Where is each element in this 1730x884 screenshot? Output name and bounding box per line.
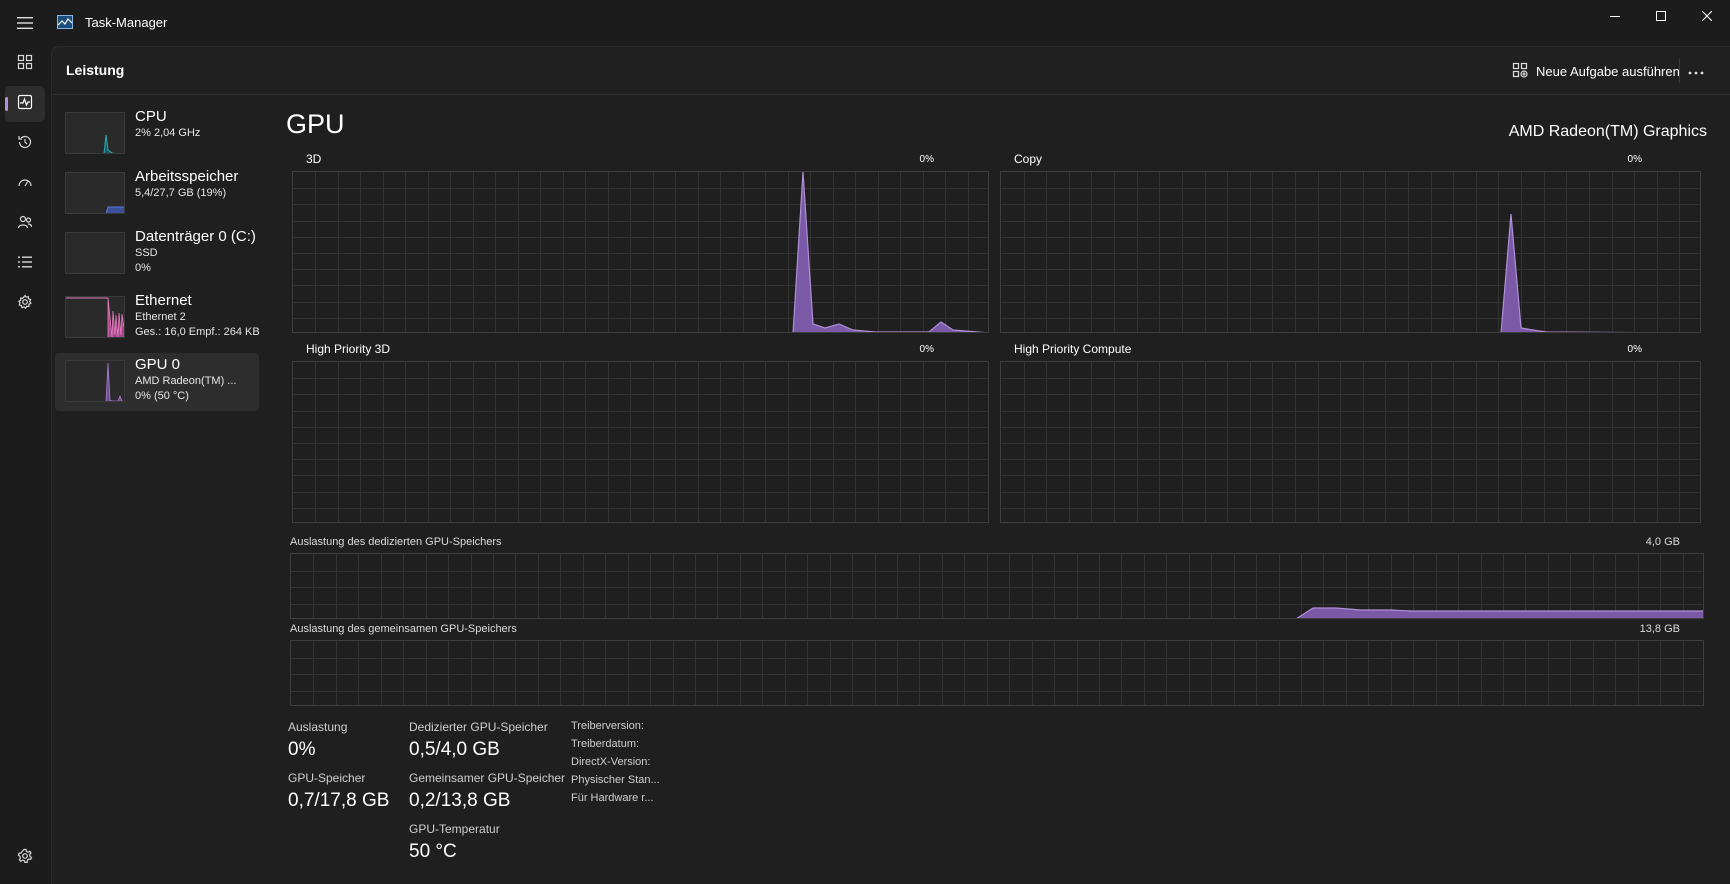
shared-memory-max: 13,8 GB — [1639, 623, 1680, 635]
processes-icon — [17, 54, 33, 75]
utilization-label: Auslastung — [288, 720, 348, 734]
resource-detail: 5,4/27,7 GB (19%) — [135, 187, 227, 199]
shared-memory-graph — [290, 640, 1704, 706]
performance-icon — [17, 94, 33, 115]
app-title: Task-Manager — [85, 15, 168, 30]
engine-hp3d-label: High Priority 3D — [306, 342, 391, 356]
shared-memory-label: Auslastung des gemeinsamen GPU-Speichers — [290, 623, 517, 635]
run-new-task-label: Neue Aufgabe ausführen — [1536, 63, 1680, 79]
dedicated-memory-graph — [290, 553, 1704, 619]
more-dots-icon — [1688, 62, 1704, 80]
shared-memory-stat-value: 0,2/13,8 GB — [409, 790, 511, 811]
engine-copy-label: Copy — [1014, 152, 1043, 166]
dedicated-memory-max: 4,0 GB — [1645, 536, 1680, 548]
gpu-temperature-value: 50 °C — [409, 841, 457, 862]
nav-details-button[interactable] — [5, 246, 45, 282]
resource-name: GPU 0 — [135, 356, 181, 373]
resource-detail: Ethernet 2 — [135, 311, 186, 323]
resource-disk[interactable]: Datenträger 0 (C:) SSD 0% — [55, 225, 259, 283]
close-button[interactable] — [1684, 0, 1730, 32]
driver-version-label: Treiberversion: — [571, 720, 644, 732]
resource-cpu[interactable]: CPU 2% 2,04 GHz — [55, 105, 259, 163]
nav-settings-button[interactable] — [5, 840, 45, 876]
engine-3d-graph — [292, 171, 989, 333]
driver-date-label: Treiberdatum: — [571, 738, 640, 750]
nav-processes-button[interactable] — [5, 46, 45, 82]
nav-app-history-button[interactable] — [5, 126, 45, 162]
new-task-icon — [1512, 62, 1528, 81]
resource-name: Ethernet — [135, 292, 192, 309]
dedicated-memory-chart — [291, 554, 1703, 618]
resource-memory[interactable]: Arbeitsspeicher 5,4/27,7 GB (19%) — [55, 165, 259, 223]
engine-copy-percent: 0% — [1627, 154, 1642, 165]
utilization-value: 0% — [288, 739, 316, 760]
engine-3d-percent: 0% — [919, 154, 934, 165]
nav-startup-button[interactable] — [5, 166, 45, 202]
more-options-button[interactable] — [1678, 56, 1714, 86]
users-icon — [17, 214, 33, 235]
services-gear-icon — [17, 294, 33, 315]
title-bar: Task-Manager — [0, 0, 1730, 46]
resource-detail: Ges.: 16,0 Empf.: 264 KB — [135, 326, 260, 338]
history-icon — [17, 134, 33, 155]
resource-detail: 2% 2,04 GHz — [135, 127, 201, 139]
cpu-thumbnail-graph — [65, 112, 125, 154]
page-title: Leistung — [66, 62, 125, 78]
speedometer-icon — [17, 174, 33, 195]
hardware-reserved-label: Für Hardware r... — [571, 792, 654, 804]
engine-hpcompute-label: High Priority Compute — [1014, 342, 1132, 356]
hamburger-menu-icon[interactable] — [9, 9, 41, 37]
dedicated-memory-label: Auslastung des dedizierten GPU-Speichers — [290, 536, 502, 548]
resource-detail: 0% — [135, 262, 151, 274]
list-icon — [17, 254, 33, 275]
engine-hpcompute-graph — [1000, 361, 1701, 523]
nav-users-button[interactable] — [5, 206, 45, 242]
dedicated-memory-stat-label: Dedizierter GPU-Speicher — [409, 720, 548, 734]
engine-hp3d-chart — [293, 362, 988, 522]
task-manager-app-icon — [57, 15, 73, 29]
minimize-button[interactable] — [1592, 0, 1638, 32]
engine-3d-chart — [293, 172, 988, 332]
resource-gpu0[interactable]: GPU 0 AMD Radeon(TM) ... 0% (50 °C) — [55, 353, 259, 411]
engine-hpcompute-percent: 0% — [1627, 344, 1642, 355]
engine-copy-chart — [1001, 172, 1700, 332]
dedicated-memory-stat-value: 0,5/4,0 GB — [409, 739, 500, 760]
resource-detail: SSD — [135, 247, 158, 259]
engine-hpcompute-chart — [1001, 362, 1700, 522]
navigation-rail — [0, 46, 50, 884]
gpu-temperature-label: GPU-Temperatur — [409, 822, 500, 836]
engine-copy-graph — [1000, 171, 1701, 333]
engine-hp3d-graph — [292, 361, 989, 523]
ethernet-thumbnail-graph — [65, 296, 125, 338]
engine-3d-label: 3D — [306, 152, 322, 166]
resource-ethernet[interactable]: Ethernet Ethernet 2 Ges.: 16,0 Empf.: 26… — [55, 289, 260, 347]
disk-thumbnail-graph — [65, 232, 125, 274]
gpu-memory-label: GPU-Speicher — [288, 771, 366, 785]
main-panel: Leistung Neue Aufgabe ausführen CPU 2% 2… — [51, 46, 1730, 884]
physical-location-label: Physischer Stan... — [571, 774, 660, 786]
nav-services-button[interactable] — [5, 286, 45, 322]
nav-performance-button[interactable] — [5, 86, 45, 122]
gpu-thumbnail-graph — [65, 360, 125, 402]
gpu-heading: GPU — [286, 109, 345, 139]
shared-memory-stat-label: Gemeinsamer GPU-Speicher — [409, 771, 566, 785]
resource-name: CPU — [135, 108, 167, 125]
resource-detail: AMD Radeon(TM) ... — [135, 375, 237, 387]
resource-name: Arbeitsspeicher — [135, 168, 239, 185]
gpu-model-name: AMD Radeon(TM) Graphics — [1508, 123, 1707, 140]
resource-name: Datenträger 0 (C:) — [135, 228, 256, 245]
run-new-task-button[interactable]: Neue Aufgabe ausführen — [1504, 56, 1688, 86]
memory-thumbnail-graph — [65, 172, 125, 214]
settings-gear-icon — [17, 848, 33, 869]
shared-memory-chart — [291, 641, 1703, 705]
engine-hp3d-percent: 0% — [919, 344, 934, 355]
page-header: Leistung Neue Aufgabe ausführen — [52, 47, 1730, 95]
directx-version-label: DirectX-Version: — [571, 756, 651, 768]
resource-detail: 0% (50 °C) — [135, 390, 189, 402]
maximize-button[interactable] — [1638, 0, 1684, 32]
gpu-memory-value: 0,7/17,8 GB — [288, 790, 390, 811]
